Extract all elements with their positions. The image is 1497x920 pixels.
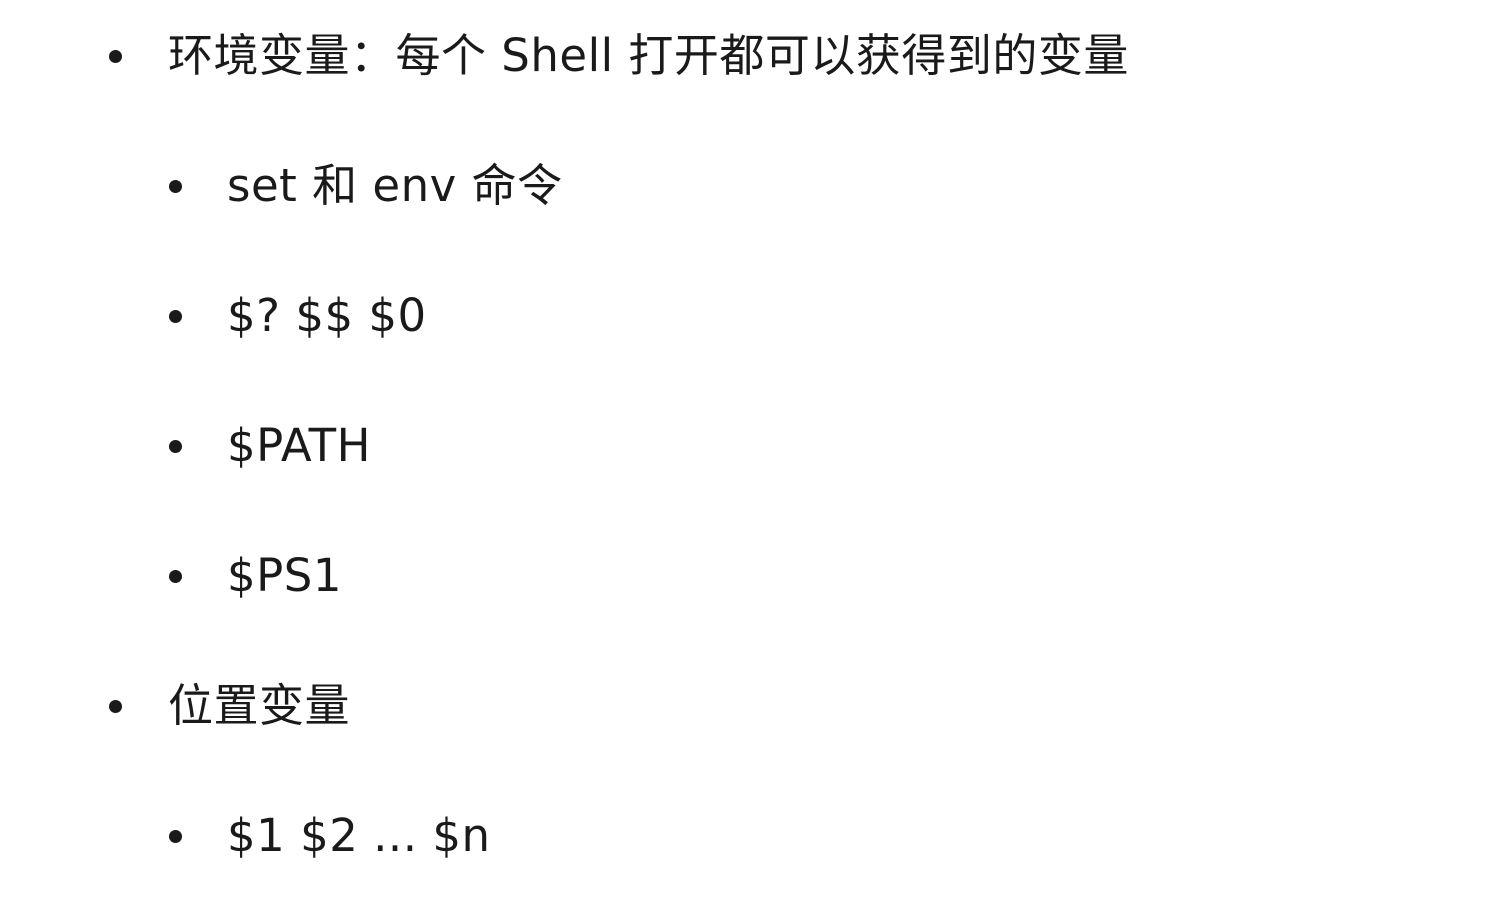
bullet-item-env-variables: 环境变量：每个 Shell 打开都可以获得到的变量: [109, 26, 1129, 86]
bullet-dot-icon: [109, 49, 122, 63]
bullet-item-positional-vars: 位置变量: [109, 676, 350, 736]
bullet-text: $? $$ $0: [227, 289, 427, 342]
bullet-dot-icon: [169, 179, 182, 193]
bullet-item-positional-list: $1 $2 ... $n: [169, 806, 491, 866]
outline-slide: 环境变量：每个 Shell 打开都可以获得到的变量 set 和 env 命令 $…: [0, 0, 1497, 920]
bullet-text: 位置变量: [168, 679, 351, 732]
bullet-text: $PS1: [227, 549, 342, 602]
bullet-dot-icon: [169, 569, 182, 583]
bullet-text: $PATH: [227, 419, 372, 472]
bullet-dot-icon: [169, 439, 182, 453]
bullet-item-ps1: $PS1: [169, 546, 342, 606]
bullet-item-set-env: set 和 env 命令: [169, 156, 563, 216]
bullet-text: 环境变量：每个 Shell 打开都可以获得到的变量: [168, 29, 1129, 82]
bullet-text: set 和 env 命令: [227, 159, 563, 212]
bullet-dot-icon: [169, 309, 182, 323]
bullet-dot-icon: [169, 829, 182, 843]
bullet-text: $1 $2 ... $n: [227, 809, 491, 862]
bullet-item-path: $PATH: [169, 416, 371, 476]
bullet-dot-icon: [109, 699, 122, 713]
bullet-item-special-vars: $? $$ $0: [169, 286, 427, 346]
